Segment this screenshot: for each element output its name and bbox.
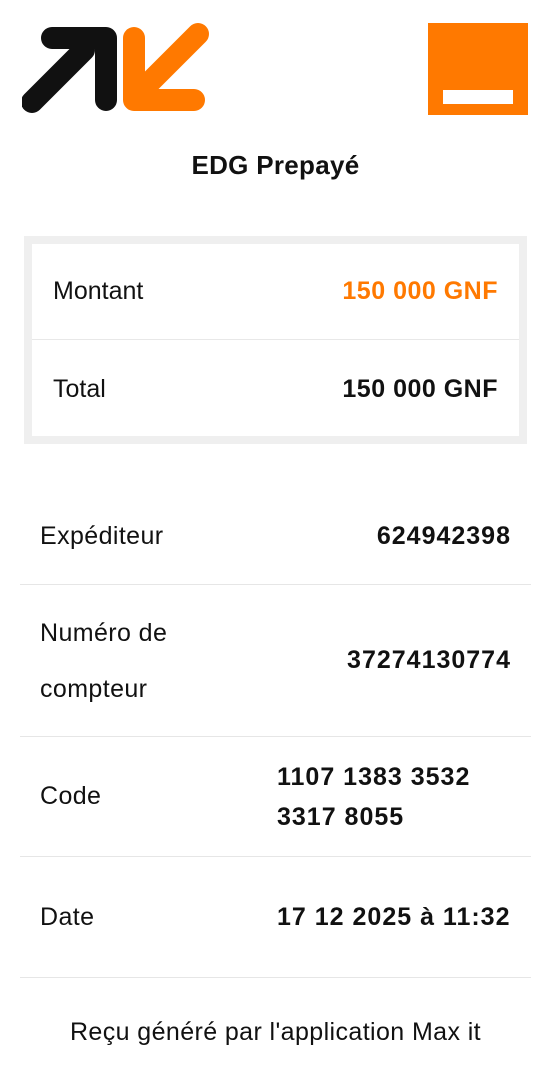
total-label: Total	[53, 374, 106, 403]
amount-summary-box: Montant 150 000 GNF Total 150 000 GNF	[24, 236, 527, 444]
meter-label: Numéro de compteur	[40, 618, 168, 703]
sender-label: Expéditeur	[40, 521, 164, 550]
date-label: Date	[40, 902, 95, 931]
amount-row-montant: Montant 150 000 GNF	[32, 244, 519, 340]
detail-row-meter: Numéro de compteur 37274130774	[20, 585, 531, 737]
montant-value: 150 000 GNF	[342, 277, 498, 305]
detail-row-code: Code 1107 1383 3532 3317 8055	[20, 737, 531, 857]
montant-label: Montant	[53, 277, 144, 305]
amount-row-total: Total 150 000 GNF	[32, 341, 519, 437]
sender-value: 624942398	[376, 521, 511, 550]
transaction-details: Expéditeur 624942398 Numéro de compteur …	[20, 488, 531, 978]
orange-logo-bar	[443, 90, 513, 104]
date-value: 17 12 2025 à 11:32	[277, 903, 511, 931]
service-title: EDG Prepayé	[191, 150, 360, 180]
total-value: 150 000 GNF	[342, 374, 498, 403]
detail-row-date: Date 17 12 2025 à 11:32	[20, 857, 531, 978]
orange-square-logo-icon	[428, 23, 528, 115]
meter-value: 37274130774	[347, 646, 511, 674]
detail-row-sender: Expéditeur 624942398	[20, 488, 531, 585]
receipt-footer-note: Reçu généré par l'application Max it	[69, 1018, 482, 1046]
code-label: Code	[40, 782, 102, 810]
max-it-arrows-logo-icon	[22, 23, 209, 113]
code-value: 1107 1383 3532 3317 8055	[277, 762, 471, 831]
amount-summary-inner: Montant 150 000 GNF Total 150 000 GNF	[32, 244, 519, 436]
